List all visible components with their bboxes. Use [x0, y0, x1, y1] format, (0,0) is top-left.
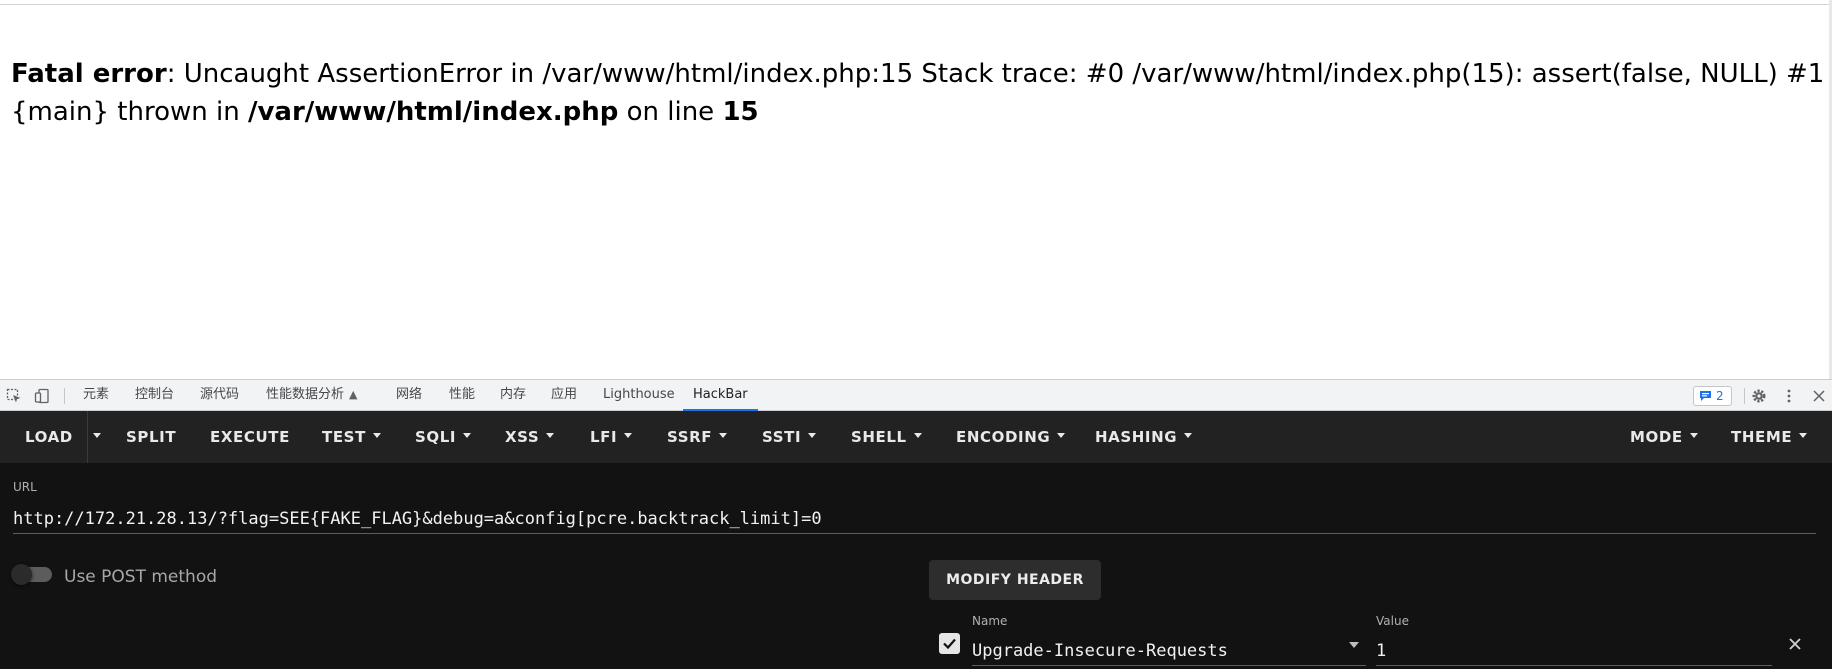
url-label: URL — [13, 480, 37, 494]
php-fatal-error: Fatal error: Uncaught AssertionError in … — [11, 55, 1826, 131]
tab-label: HackBar — [693, 387, 748, 402]
url-input[interactable] — [13, 504, 1816, 534]
issues-badge[interactable]: 2 — [1693, 386, 1732, 406]
tab-performance[interactable]: 性能 — [449, 380, 475, 410]
caret-down-icon — [546, 433, 555, 438]
error-file: /var/www/html/index.php — [247, 97, 619, 127]
header-value-label: Value — [1376, 614, 1409, 628]
ssrf-menu[interactable]: SSRF — [667, 411, 728, 463]
hashing-menu[interactable]: HASHING — [1095, 411, 1193, 463]
xss-menu[interactable]: XSS — [505, 411, 555, 463]
caret-down-icon — [1689, 433, 1698, 438]
button-label: XSS — [505, 428, 540, 446]
error-line-number: 15 — [722, 97, 759, 127]
header-enabled-checkbox[interactable] — [939, 633, 960, 654]
tab-hackbar[interactable]: HackBar — [683, 380, 758, 411]
caret-down-icon — [624, 433, 633, 438]
experimental-flask-icon: ▲ — [349, 388, 358, 401]
header-name-dropdown-icon[interactable] — [1349, 642, 1359, 648]
button-label: SPLIT — [126, 428, 177, 446]
tab-label: Lighthouse — [603, 387, 675, 402]
tab-network[interactable]: 网络 — [396, 380, 422, 410]
lfi-menu[interactable]: LFI — [590, 411, 633, 463]
ssti-menu[interactable]: SSTI — [762, 411, 817, 463]
tab-label: 性能 — [449, 387, 476, 402]
button-label: LOAD — [25, 428, 73, 446]
button-label: HASHING — [1095, 428, 1178, 446]
tab-sources[interactable]: 源代码 — [200, 380, 239, 410]
page-top-divider — [0, 4, 1832, 5]
tab-application[interactable]: 应用 — [551, 380, 577, 410]
remove-header-icon[interactable] — [1786, 635, 1804, 653]
device-toggle-icon[interactable] — [34, 388, 50, 404]
execute-button[interactable]: EXECUTE — [210, 411, 290, 463]
load-button[interactable]: LOAD — [25, 411, 73, 463]
header-name-input[interactable] — [972, 636, 1366, 666]
caret-down-icon — [372, 433, 381, 438]
hackbar-menu: LOAD SPLIT EXECUTE TEST SQLI XSS LFI SSR… — [0, 411, 1832, 463]
button-label: ENCODING — [956, 428, 1051, 446]
caret-down-icon — [463, 433, 472, 438]
button-label: THEME — [1731, 428, 1793, 446]
settings-gear-icon[interactable] — [1751, 388, 1767, 404]
modify-header-button[interactable]: MODIFY HEADER — [929, 560, 1101, 600]
inspect-element-icon[interactable] — [6, 388, 22, 404]
hackbar-panel: URL Use POST method MODIFY HEADER Name V… — [0, 463, 1832, 669]
button-label: LFI — [590, 428, 618, 446]
theme-menu[interactable]: THEME — [1731, 411, 1808, 463]
shell-menu[interactable]: SHELL — [851, 411, 922, 463]
split-button[interactable]: SPLIT — [126, 411, 176, 463]
caret-down-icon — [913, 433, 922, 438]
tab-label: 元素 — [83, 387, 110, 402]
button-label: SHELL — [851, 428, 907, 446]
tab-label: 源代码 — [200, 387, 240, 402]
issues-count: 2 — [1716, 389, 1724, 403]
close-devtools-icon[interactable] — [1811, 388, 1827, 404]
checkmark-icon — [943, 638, 956, 650]
tab-label: 网络 — [396, 387, 423, 402]
caret-down-icon — [1057, 433, 1066, 438]
toggle-knob — [11, 564, 32, 585]
tab-elements[interactable]: 元素 — [83, 380, 109, 410]
header-name-label: Name — [972, 614, 1008, 628]
tab-performance-insights[interactable]: 性能数据分析 ▲ — [266, 380, 357, 410]
tab-label: 性能数据分析 — [266, 387, 345, 402]
sqli-menu[interactable]: SQLI — [415, 411, 472, 463]
tab-label: 应用 — [551, 387, 578, 402]
test-menu[interactable]: TEST — [322, 411, 381, 463]
toolbar-divider — [64, 388, 65, 404]
on-line-text: on line — [618, 97, 723, 127]
tab-console[interactable]: 控制台 — [135, 380, 174, 410]
more-options-icon[interactable] — [1781, 388, 1797, 404]
tab-lighthouse[interactable]: Lighthouse — [603, 380, 675, 410]
caret-down-icon — [93, 433, 101, 438]
button-label: MODE — [1630, 428, 1683, 446]
button-label: EXECUTE — [210, 428, 290, 446]
button-label: TEST — [322, 428, 366, 446]
error-label: Fatal error — [11, 59, 167, 89]
post-method-toggle[interactable] — [11, 564, 52, 585]
menu-divider — [87, 411, 88, 463]
caret-down-icon — [719, 433, 728, 438]
issues-icon — [1700, 391, 1711, 401]
button-label: SSRF — [667, 428, 713, 446]
tab-memory[interactable]: 内存 — [500, 380, 526, 410]
caret-down-icon — [808, 433, 817, 438]
caret-down-icon — [1184, 433, 1193, 438]
caret-down-icon — [1799, 433, 1808, 438]
toolbar-divider — [1744, 388, 1745, 404]
button-label: SQLI — [415, 428, 457, 446]
tab-label: 控制台 — [135, 387, 175, 402]
mode-menu[interactable]: MODE — [1630, 411, 1698, 463]
tab-label: 内存 — [500, 387, 527, 402]
header-value-input[interactable] — [1376, 636, 1772, 666]
devtools-toolbar: 元素 控制台 源代码 性能数据分析 ▲ 网络 性能 内存 应用 Lighthous… — [0, 379, 1832, 411]
button-label: SSTI — [762, 428, 802, 446]
post-method-label: Use POST method — [64, 567, 218, 587]
load-dropdown-button[interactable] — [91, 411, 101, 463]
encoding-menu[interactable]: ENCODING — [956, 411, 1066, 463]
